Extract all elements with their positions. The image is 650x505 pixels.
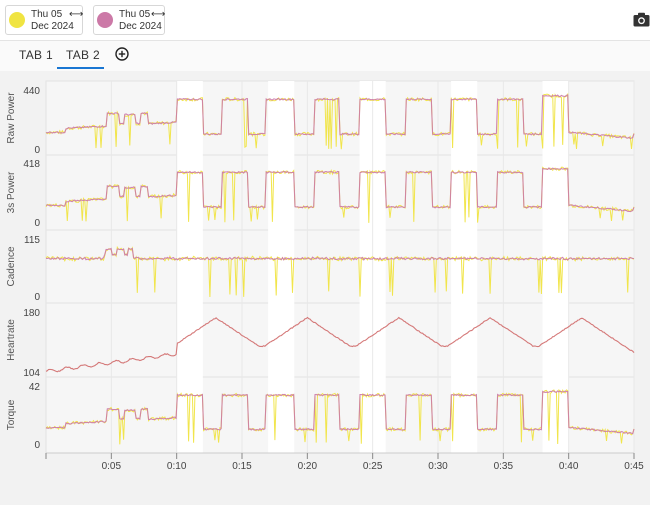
- x-tick-label: 0:15: [232, 461, 252, 472]
- tab-2[interactable]: TAB 2: [66, 48, 100, 62]
- x-tick-label: 0:35: [494, 461, 514, 472]
- interval-band: [542, 81, 569, 453]
- interval-band: [451, 81, 478, 453]
- file-chip-date-day: Thu 05: [119, 9, 151, 20]
- multi-panel-chart[interactable]: 440 0 Raw Power 418 0 3s Power 115 0 Cadence 180 1…: [0, 72, 650, 500]
- y-tick-label-bottom: 0: [34, 145, 40, 156]
- x-tick-label: 0:40: [559, 461, 579, 472]
- y-tick-label-bottom: 104: [23, 368, 40, 379]
- y-tick-label-top: 418: [23, 159, 40, 170]
- file-color-dot-1: [9, 12, 25, 28]
- y-axis-label: Torque: [6, 399, 17, 430]
- top-bar: Thu 05 ⟷ Dec 2024 Thu 05 ⟷ Dec 2024: [0, 0, 650, 40]
- y-tick-label-top: 180: [23, 308, 40, 319]
- y-tick-label-bottom: 0: [34, 218, 40, 229]
- y-tick-label-bottom: 0: [34, 292, 40, 303]
- chart-area: 440 0 Raw Power 418 0 3s Power 115 0 Cadence 180 1…: [0, 72, 650, 500]
- x-tick-label: 0:30: [428, 461, 448, 472]
- file-chip-2[interactable]: Thu 05 ⟷ Dec 2024: [93, 5, 165, 35]
- x-tick-label: 0:10: [167, 461, 187, 472]
- y-tick-label-top: 42: [29, 382, 41, 393]
- y-axis-label: Raw Power: [6, 92, 17, 144]
- file-color-dot-2: [97, 12, 113, 28]
- x-tick-label: 0:05: [102, 461, 122, 472]
- x-tick-label: 0:45: [624, 461, 644, 472]
- active-tab-indicator: [57, 67, 104, 69]
- y-axis-label: Heartrate: [6, 319, 17, 361]
- camera-icon[interactable]: [633, 12, 650, 27]
- x-tick-label: 0:25: [363, 461, 383, 472]
- y-tick-label-bottom: 0: [34, 440, 40, 451]
- y-axis-label: Cadence: [6, 246, 17, 286]
- double-arrow-icon: ⟷: [69, 9, 84, 20]
- file-chip-date-year: Dec 2024: [31, 21, 74, 32]
- y-axis-label: 3s Power: [6, 171, 17, 213]
- file-chip-date-day: Thu 05: [31, 9, 63, 20]
- add-circle-icon[interactable]: [115, 47, 129, 61]
- interval-band: [268, 81, 295, 453]
- tab-bar: TAB 1 TAB 2: [0, 40, 650, 71]
- double-arrow-icon: ⟷: [151, 9, 166, 20]
- x-tick-label: 0:20: [298, 461, 318, 472]
- file-chip-1[interactable]: Thu 05 ⟷ Dec 2024: [5, 5, 83, 35]
- tab-1[interactable]: TAB 1: [19, 48, 53, 62]
- file-chip-date-year: Dec 2024: [119, 21, 162, 32]
- y-tick-label-top: 115: [24, 235, 40, 246]
- y-tick-label-top: 440: [23, 86, 40, 97]
